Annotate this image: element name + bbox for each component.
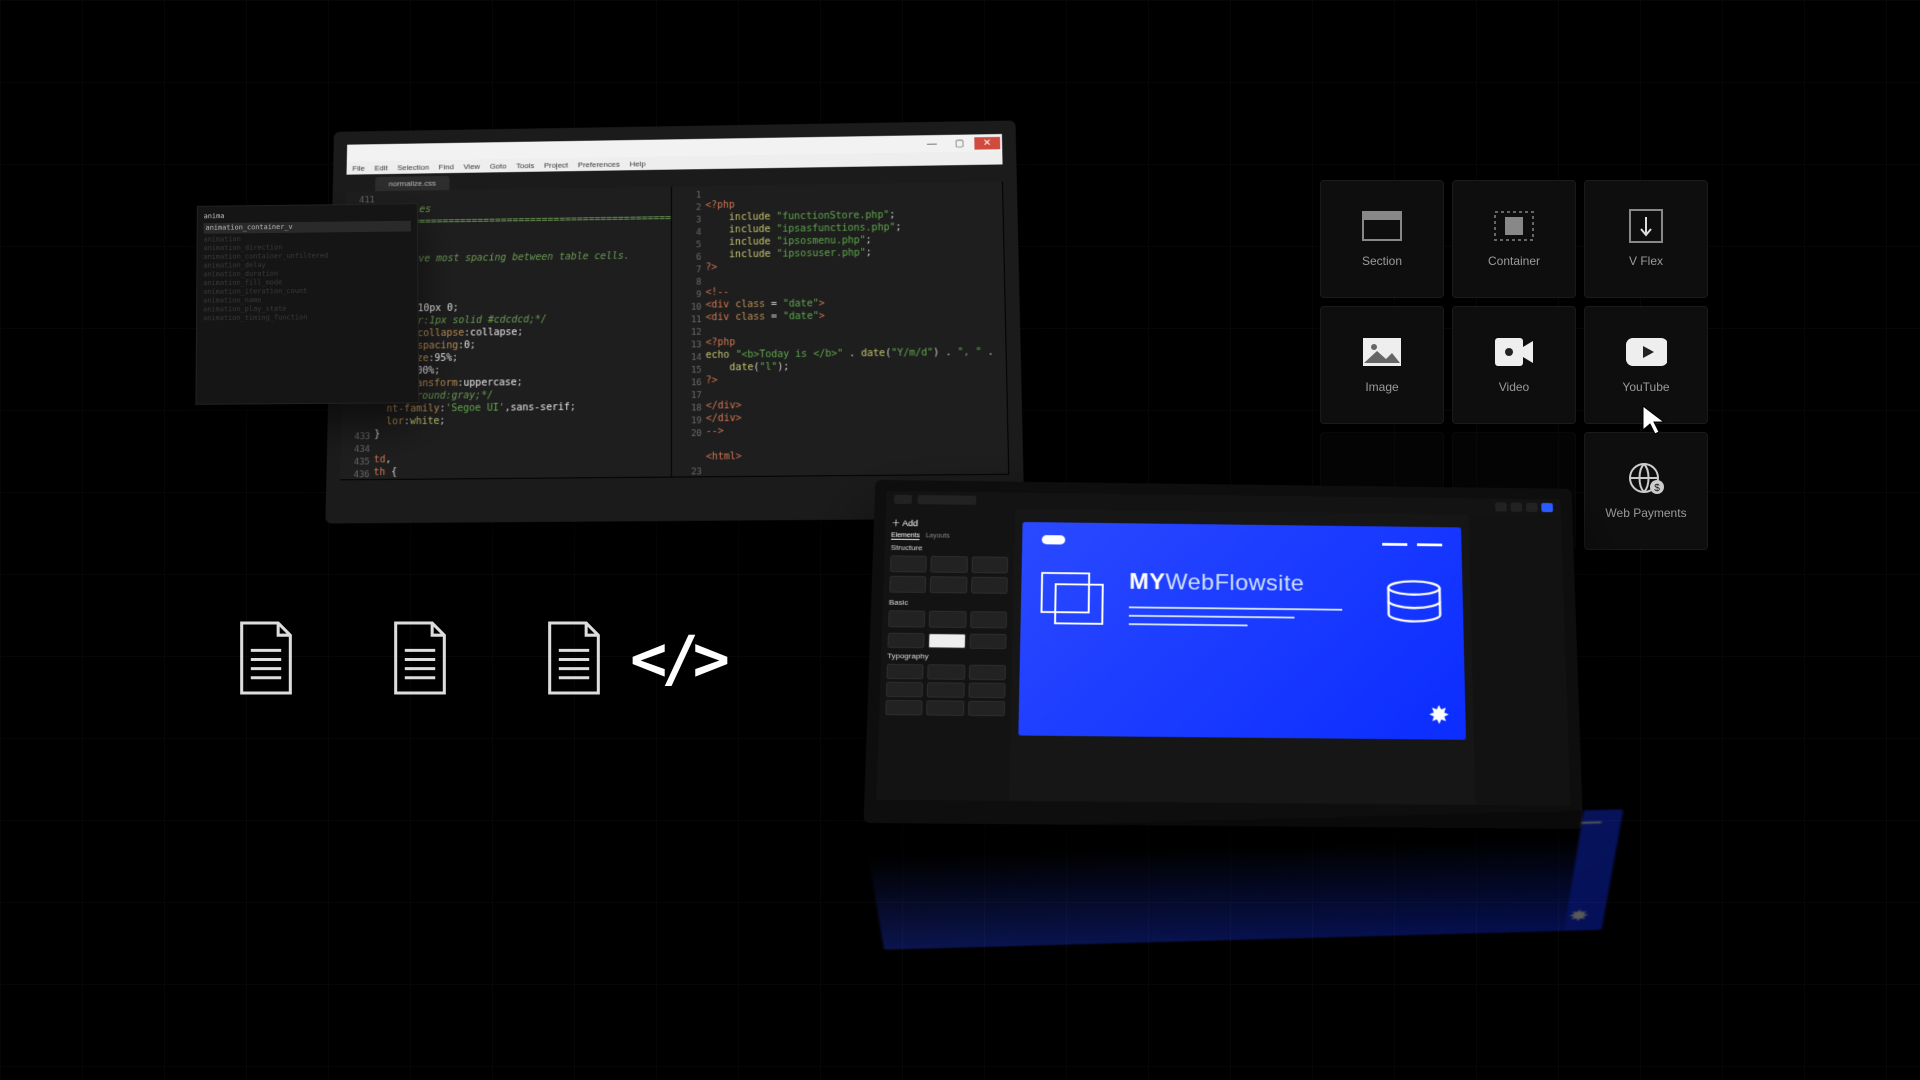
youtube-icon bbox=[1625, 336, 1667, 368]
menu-item[interactable]: Help bbox=[630, 159, 646, 168]
palette-item-label: V Flex bbox=[1629, 254, 1663, 268]
palette-item-section[interactable]: Section bbox=[1320, 180, 1444, 298]
logo-chip[interactable] bbox=[894, 495, 912, 504]
palette-item-vflex[interactable]: V Flex bbox=[1584, 180, 1708, 298]
palette-item-video[interactable]: Video bbox=[1452, 306, 1576, 424]
tab-layouts[interactable]: Layouts bbox=[926, 533, 950, 541]
menu-item[interactable]: Tools bbox=[516, 161, 534, 170]
document-icon bbox=[543, 620, 605, 696]
tab-elements[interactable]: Elements bbox=[891, 532, 920, 540]
code-glyph-icon: </> bbox=[630, 622, 724, 695]
toolbar-chip[interactable] bbox=[1510, 503, 1522, 512]
image-icon bbox=[1361, 336, 1403, 368]
maximize-button[interactable]: ▢ bbox=[947, 137, 973, 150]
hero-graphic-squares bbox=[1040, 572, 1110, 629]
toolbar-chip[interactable] bbox=[1495, 502, 1507, 511]
video-icon bbox=[1493, 336, 1535, 368]
palette-item-image[interactable]: Image bbox=[1320, 306, 1444, 424]
container-icon bbox=[1493, 210, 1535, 242]
minimize-button[interactable]: — bbox=[919, 137, 945, 150]
palette-item-label: Container bbox=[1488, 254, 1540, 268]
visual-designer-window: ＋ Add ElementsLayouts Structure Basic Ty… bbox=[864, 480, 1584, 829]
database-icon bbox=[1385, 579, 1444, 629]
site-logo bbox=[1042, 535, 1066, 544]
palette-item-label: YouTube bbox=[1622, 380, 1669, 394]
designer-reflection: ✸ bbox=[864, 810, 1584, 962]
palette-item-label: Web Payments bbox=[1605, 506, 1686, 520]
menu-item[interactable]: Preferences bbox=[578, 160, 620, 169]
palette-item-container[interactable]: Container bbox=[1452, 180, 1576, 298]
section-icon bbox=[1361, 210, 1403, 242]
webpay-icon: $ bbox=[1625, 462, 1667, 494]
section-typography: Typography bbox=[887, 652, 1006, 662]
editor-tab[interactable]: normalize.css bbox=[375, 176, 449, 191]
menu-item[interactable]: Project bbox=[544, 160, 568, 169]
preview-site: MYWebFlowsite ✸ bbox=[1018, 522, 1466, 740]
palette-item-label: Image bbox=[1365, 380, 1398, 394]
menu-item[interactable]: Find bbox=[439, 162, 454, 171]
toolbar-chip[interactable] bbox=[1526, 503, 1538, 512]
add-elements-panel[interactable]: ＋ Add ElementsLayouts Structure Basic Ty… bbox=[876, 507, 1015, 800]
vflex-icon bbox=[1625, 210, 1667, 242]
site-title: MYWebFlowsite bbox=[1129, 569, 1365, 598]
document-icon bbox=[389, 620, 451, 696]
autocomplete-query: anima bbox=[204, 210, 411, 221]
svg-text:$: $ bbox=[1654, 483, 1660, 494]
menu-item[interactable]: Goto bbox=[490, 161, 507, 170]
close-button[interactable]: ✕ bbox=[974, 136, 1000, 149]
code-editor-window: — ▢ ✕ File Edit Selection Find View Goto Tools… bbox=[325, 120, 1024, 523]
file-icon-row bbox=[235, 620, 605, 696]
style-panel[interactable] bbox=[1468, 515, 1570, 806]
design-canvas[interactable]: MYWebFlowsite ✸ bbox=[1009, 509, 1475, 805]
palette-item-label: Section bbox=[1362, 254, 1402, 268]
add-panel-title: Add bbox=[902, 519, 918, 528]
section-structure: Structure bbox=[891, 543, 1009, 553]
menu-item[interactable]: Selection bbox=[397, 163, 429, 172]
menu-item[interactable]: Edit bbox=[374, 163, 387, 172]
autocomplete-popup[interactable]: anima animation_container_v animationani… bbox=[195, 203, 419, 405]
menu-item[interactable]: View bbox=[463, 162, 480, 171]
right-code-pane[interactable]: 123456789101112131415161718192023242526 … bbox=[672, 182, 1009, 477]
site-nav bbox=[1382, 542, 1442, 545]
document-icon bbox=[235, 620, 297, 696]
publish-button[interactable] bbox=[1541, 503, 1553, 512]
menu-item[interactable]: File bbox=[352, 164, 365, 173]
page-selector[interactable] bbox=[918, 495, 977, 505]
palette-item-label: Video bbox=[1499, 380, 1529, 394]
cursor-icon bbox=[1640, 404, 1668, 438]
star-icon: ✸ bbox=[1428, 701, 1450, 731]
palette-item-webpay[interactable]: $ Web Payments bbox=[1584, 432, 1708, 550]
section-basic: Basic bbox=[889, 598, 1007, 608]
